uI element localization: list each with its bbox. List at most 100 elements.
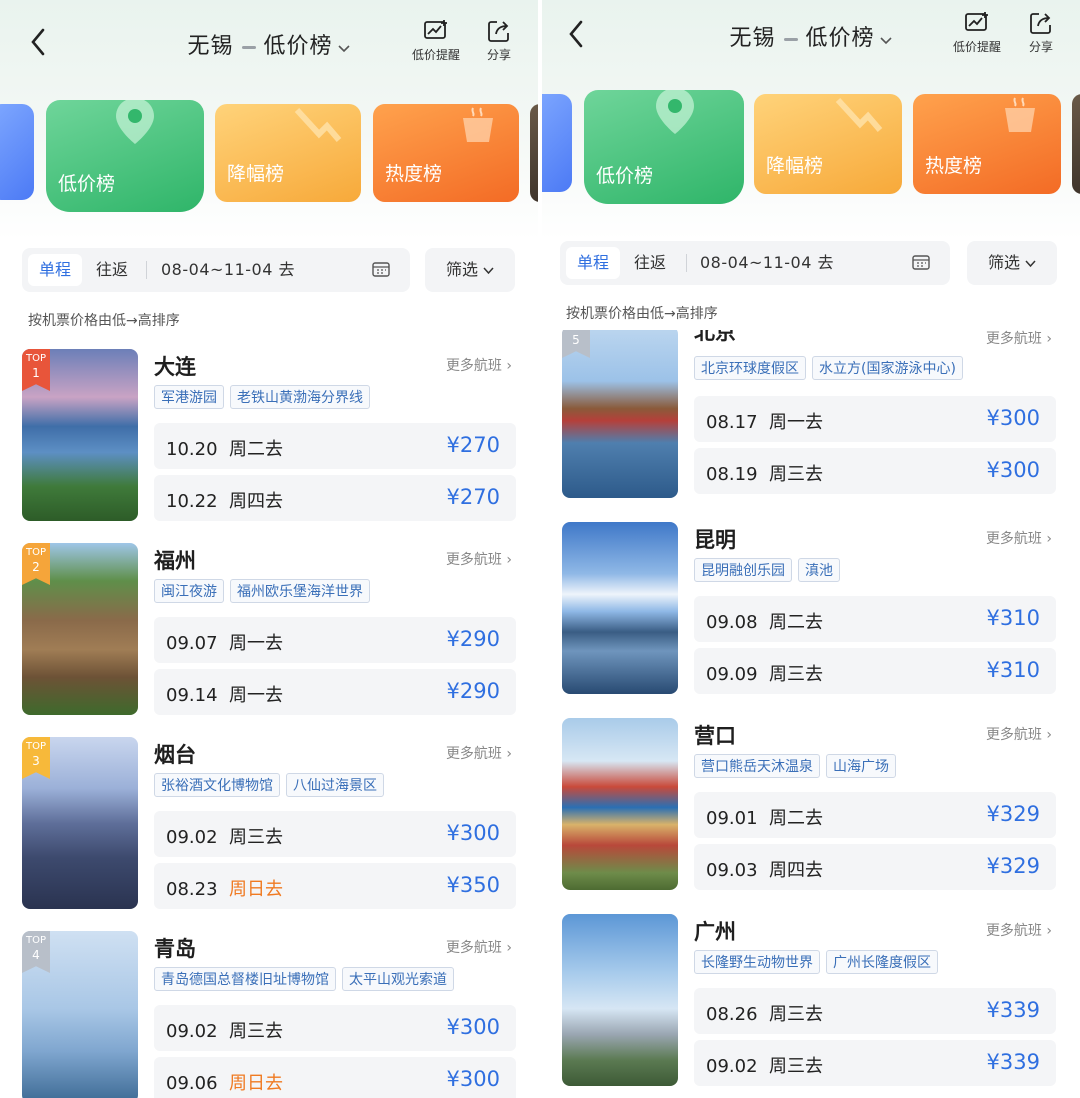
tab-one-way[interactable]: 单程 xyxy=(28,254,82,286)
attraction-tag[interactable]: 军港游园 xyxy=(154,385,224,409)
flight-row[interactable]: 08.26 周三去 ¥339 xyxy=(694,988,1056,1034)
destination-item[interactable]: 昆明 更多航班 › 昆明融创乐园 滇池 09.08 周二去 ¥310 09.09… xyxy=(562,522,1056,700)
flight-row[interactable]: 08.23 周日去 ¥350 xyxy=(154,863,516,909)
attraction-tag[interactable]: 闽江夜游 xyxy=(154,579,224,603)
destination-item[interactable]: 广州 更多航班 › 长隆野生动物世界 广州长隆度假区 08.26 周三去 ¥33… xyxy=(562,914,1056,1092)
flight-row[interactable]: 09.07 周一去 ¥290 xyxy=(154,617,516,663)
flight-row[interactable]: 09.02 周三去 ¥300 xyxy=(154,811,516,857)
flight-price: ¥290 xyxy=(446,627,500,651)
rank-card-hot[interactable]: 热度榜 xyxy=(373,104,519,202)
filter-label: 筛选 xyxy=(987,253,1020,272)
flight-row[interactable]: 09.08 周二去 ¥310 xyxy=(694,596,1056,642)
more-flights-link[interactable]: 更多航班 › xyxy=(446,355,512,375)
screen-left: 无锡低价榜 低价提醒 分享 低价榜 降幅榜 热度榜 单程 往返 08-04~1 xyxy=(0,0,538,1098)
low-price-alert-button[interactable]: 低价提醒 xyxy=(401,18,471,63)
flight-date-text: 09.06 xyxy=(166,1073,218,1094)
more-flights-link[interactable]: 更多航班 › xyxy=(986,528,1052,548)
destination-item[interactable]: TOP 1 大连 更多航班 › 军港游园 老铁山黄渤海分界线 10.20 周二去 … xyxy=(22,349,516,527)
attraction-tag[interactable]: 八仙过海景区 xyxy=(286,773,384,797)
more-flights-link[interactable]: 更多航班 › xyxy=(446,937,512,957)
flight-row[interactable]: 09.02 周三去 ¥300 xyxy=(154,1005,516,1051)
flight-row[interactable]: 09.14 周一去 ¥290 xyxy=(154,669,516,715)
destination-photo xyxy=(562,914,678,1086)
rank-card-partial[interactable] xyxy=(0,104,34,200)
flight-row[interactable]: 08.17 周一去 ¥300 xyxy=(694,396,1056,442)
flight-weekday: 周三去 xyxy=(228,1021,283,1042)
destination-photo xyxy=(562,522,678,694)
attraction-tag[interactable]: 太平山观光索道 xyxy=(342,967,454,991)
top-label: TOP xyxy=(25,547,46,558)
flight-price: ¥300 xyxy=(986,458,1040,482)
attraction-tag[interactable]: 山海广场 xyxy=(826,754,896,778)
chevron-right-icon: › xyxy=(506,358,512,374)
flight-weekday: 周四去 xyxy=(228,491,283,512)
date-range[interactable]: 08-04~11-04 去 xyxy=(700,247,834,279)
flight-row[interactable]: 10.22 周四去 ¥270 xyxy=(154,475,516,521)
attraction-tag[interactable]: 昆明融创乐园 xyxy=(694,558,792,582)
destination-item[interactable]: 营口 更多航班 › 营口熊岳天沐温泉 山海广场 09.01 周二去 ¥329 0… xyxy=(562,718,1056,896)
tab-divider xyxy=(686,254,687,272)
more-flights-label: 更多航班 xyxy=(445,358,502,374)
tab-round-trip[interactable]: 往返 xyxy=(634,247,666,279)
flight-weekday-weekend: 周日去 xyxy=(228,879,283,900)
destination-item[interactable]: TOP 2 福州 更多航班 › 闽江夜游 福州欧乐堡海洋世界 09.07 周一去 … xyxy=(22,543,516,721)
chevron-right-icon: › xyxy=(1046,331,1052,347)
low-price-alert-button[interactable]: 低价提醒 xyxy=(942,10,1012,55)
rank-card-low-price[interactable]: 低价榜 xyxy=(584,90,744,204)
date-range[interactable]: 08-04~11-04 去 xyxy=(161,254,295,286)
flight-row[interactable]: 09.09 周三去 ¥310 xyxy=(694,648,1056,694)
rank-card-price-drop[interactable]: 降幅榜 xyxy=(754,94,902,194)
attraction-tag[interactable]: 老铁山黄渤海分界线 xyxy=(230,385,370,409)
attraction-tag[interactable]: 水立方(国家游泳中心) xyxy=(812,356,963,380)
attraction-tag[interactable]: 张裕酒文化博物馆 xyxy=(154,773,280,797)
tab-round-trip[interactable]: 往返 xyxy=(96,254,128,286)
attraction-tag[interactable]: 青岛德国总督楼旧址博物馆 xyxy=(154,967,336,991)
rank-card-partial-right[interactable] xyxy=(1072,94,1080,194)
location-pin-icon xyxy=(656,90,694,134)
flight-row[interactable]: 10.20 周二去 ¥270 xyxy=(154,423,516,469)
flight-row[interactable]: 09.02 周三去 ¥339 xyxy=(694,1040,1056,1086)
attraction-tag[interactable]: 广州长隆度假区 xyxy=(826,950,938,974)
share-button[interactable]: 分享 xyxy=(1006,10,1076,55)
attraction-tag[interactable]: 北京环球度假区 xyxy=(694,356,806,380)
share-button[interactable]: 分享 xyxy=(464,18,534,63)
filter-button[interactable]: 筛选 xyxy=(967,241,1057,285)
flight-row[interactable]: 09.01 周二去 ¥329 xyxy=(694,792,1056,838)
flight-weekday: 周一去 xyxy=(228,685,283,706)
attraction-tag[interactable]: 滇池 xyxy=(798,558,840,582)
attraction-tag[interactable]: 营口熊岳天沐温泉 xyxy=(694,754,820,778)
rank-card-low-price[interactable]: 低价榜 xyxy=(46,100,204,212)
flight-row[interactable]: 08.19 周三去 ¥300 xyxy=(694,448,1056,494)
more-flights-link[interactable]: 更多航班 › xyxy=(446,549,512,569)
rank-card-low-price-label: 低价榜 xyxy=(58,173,116,195)
rank-number: 1 xyxy=(32,366,40,380)
rank-card-hot[interactable]: 热度榜 xyxy=(913,94,1061,194)
rank-card-price-drop[interactable]: 降幅榜 xyxy=(215,104,361,202)
more-flights-link[interactable]: 更多航班 › xyxy=(986,920,1052,940)
flight-price: ¥270 xyxy=(446,485,500,509)
top-rank-badge: TOP 4 xyxy=(22,931,50,973)
sort-note: 按机票价格由低→高排序 xyxy=(566,306,718,322)
flight-date: 09.02 周三去 xyxy=(166,823,283,849)
more-flights-label: 更多航班 xyxy=(985,331,1042,347)
flight-weekday: 周三去 xyxy=(768,664,823,685)
attraction-tag[interactable]: 福州欧乐堡海洋世界 xyxy=(230,579,370,603)
more-flights-link[interactable]: 更多航班 › xyxy=(446,743,512,763)
destination-item[interactable]: TOP 4 青岛 更多航班 › 青岛德国总督楼旧址博物馆 太平山观光索道 09.0… xyxy=(22,931,516,1098)
tab-one-way[interactable]: 单程 xyxy=(566,247,620,279)
flight-weekday: 周三去 xyxy=(768,1004,823,1025)
destination-item[interactable]: TOP 5 北京 更多航班 › 北京环球度假区 水立方(国家游泳中心) 08.17… xyxy=(562,330,1056,504)
more-flights-link[interactable]: 更多航班 › xyxy=(986,724,1052,744)
attraction-tags: 长隆野生动物世界 广州长隆度假区 xyxy=(694,950,938,974)
filter-button[interactable]: 筛选 xyxy=(425,248,515,292)
rank-card-partial[interactable] xyxy=(542,94,572,192)
more-flights-link[interactable]: 更多航班 › xyxy=(986,330,1052,348)
flight-price: ¥300 xyxy=(446,821,500,845)
flight-row[interactable]: 09.06 周日去 ¥300 xyxy=(154,1057,516,1098)
rank-card-partial-right[interactable] xyxy=(530,104,538,202)
flight-row[interactable]: 09.03 周四去 ¥329 xyxy=(694,844,1056,890)
destination-item[interactable]: TOP 3 烟台 更多航班 › 张裕酒文化博物馆 八仙过海景区 09.02 周三去… xyxy=(22,737,516,915)
attraction-tag[interactable]: 长隆野生动物世界 xyxy=(694,950,820,974)
flight-date: 09.09 周三去 xyxy=(706,660,823,686)
destination-list-viewport[interactable]: TOP 5 北京 更多航班 › 北京环球度假区 水立方(国家游泳中心) 08.17… xyxy=(542,330,1080,1098)
